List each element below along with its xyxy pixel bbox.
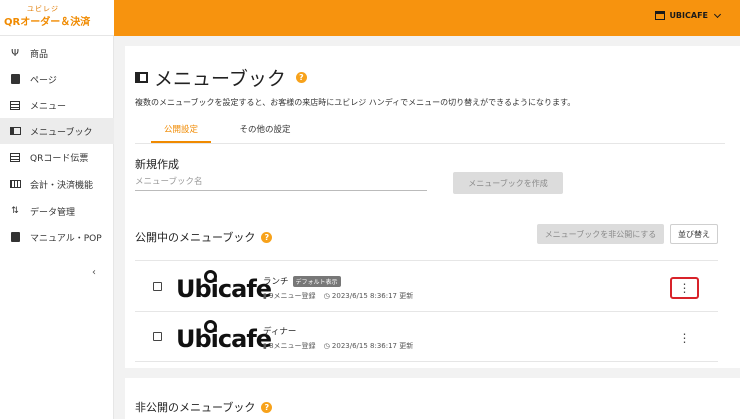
select-checkbox[interactable] <box>153 332 162 341</box>
ubicafe-logo: Ubicafe <box>176 320 272 353</box>
help-icon[interactable]: ? <box>261 401 273 413</box>
book-icon: ▮ <box>263 342 267 350</box>
more-options-icon[interactable]: ⋮ <box>670 327 699 349</box>
list-item: Ubicafe ディナー ▮ 8メニュー登録 ◷ 2023/6/15 8:36:… <box>135 312 718 361</box>
sidebar-item-menu[interactable]: メニュー <box>0 92 114 118</box>
default-badge: デフォルト表示 <box>292 275 341 287</box>
sidebar-item-data[interactable]: ⇅ データ管理 <box>0 198 114 224</box>
unpublished-card: 非公開のメニューブック ? <box>125 378 740 419</box>
unpublished-heading: 非公開のメニューブック ? <box>135 399 273 415</box>
list-divider <box>135 361 718 362</box>
sort-button[interactable]: 並び替え <box>670 224 718 244</box>
sidebar-item-label: マニュアル・POP <box>30 233 102 244</box>
menu-list-icon <box>9 99 21 111</box>
select-checkbox[interactable] <box>153 282 162 291</box>
menu-book-meta: ▮ 9メニュー登録 ◷ 2023/6/15 8:36:17 更新 <box>263 291 413 301</box>
sidebar-item-qr-slip[interactable]: QRコード伝票 <box>0 144 114 170</box>
brand-logo[interactable]: ユビレジ QRオーダー＆決済 <box>0 0 114 36</box>
sidebar-item-label: メニュー <box>30 101 67 112</box>
manual-icon <box>9 231 21 243</box>
sidebar-item-manual[interactable]: マニュアル・POP <box>0 224 114 250</box>
help-icon[interactable]: ? <box>295 72 307 83</box>
sidebar-item-payment[interactable]: 会計・決済機能 <box>0 171 114 197</box>
clock-icon: ◷ <box>323 292 330 300</box>
page-title: メニューブック ? <box>135 64 307 91</box>
unpublished-heading-text: 非公開のメニューブック <box>135 401 256 414</box>
more-options-icon[interactable]: ⋮ <box>670 277 699 299</box>
list-item: Ubicafe ランチ デフォルト表示 ▮ 9メニュー登録 ◷ 2023/6/1… <box>135 262 718 311</box>
sidebar-item-label: 会計・決済機能 <box>30 180 94 191</box>
menu-book-name: ランチ デフォルト表示 <box>263 275 341 287</box>
sidebar-item-label: ページ <box>30 75 57 86</box>
store-menu[interactable]: UBICAFE <box>655 10 722 20</box>
menu-book-meta: ▮ 8メニュー登録 ◷ 2023/6/15 8:36:17 更新 <box>263 341 413 351</box>
receipt-icon <box>9 151 21 163</box>
create-heading: 新規作成 <box>135 158 179 171</box>
tab-other-settings[interactable]: その他の設定 <box>229 123 301 143</box>
menu-book-icon <box>9 125 21 137</box>
sidebar-item-pages[interactable]: ページ <box>0 66 114 92</box>
menu-book-name: ディナー <box>263 327 297 337</box>
payment-icon <box>9 178 21 190</box>
page-description: 複数のメニューブックを設定すると、お客様の来店時にユビレジ ハンディでメニューの… <box>135 98 576 107</box>
published-heading: 公開中のメニューブック ? <box>135 229 273 245</box>
menu-book-name-input[interactable] <box>135 173 427 191</box>
sort-arrows-icon: ⇅ <box>11 206 19 216</box>
clock-icon: ◷ <box>323 342 330 350</box>
updated-at: ◷ 2023/6/15 8:36:17 更新 <box>323 292 414 300</box>
brand-main-text: QRオーダー＆決済 <box>4 17 91 28</box>
sidebar-item-label: データ管理 <box>30 207 76 218</box>
page-title-text: メニューブック <box>154 68 286 90</box>
store-name: UBICAFE <box>669 11 708 20</box>
list-divider <box>135 260 718 261</box>
sidebar-item-label: 商品 <box>30 49 49 60</box>
fork-knife-icon: Ψ <box>11 47 19 59</box>
menu-count: ▮ 8メニュー登録 <box>263 342 316 350</box>
tab-publish-settings[interactable]: 公開設定 <box>151 123 211 143</box>
menu-book-icon <box>135 72 148 83</box>
unpublish-button[interactable]: メニューブックを非公開にする <box>537 224 664 244</box>
menu-count: ▮ 9メニュー登録 <box>263 292 316 300</box>
collapse-sidebar-icon[interactable]: ‹ <box>92 267 96 278</box>
book-icon: ▮ <box>263 292 267 300</box>
store-icon <box>655 11 666 20</box>
updated-at: ◷ 2023/6/15 8:36:17 更新 <box>323 342 414 350</box>
ubicafe-logo: Ubicafe <box>176 270 272 303</box>
create-menu-book-button[interactable]: メニューブックを作成 <box>453 172 563 194</box>
sidebar-item-products[interactable]: Ψ 商品 <box>0 40 114 66</box>
chevron-down-icon <box>713 10 722 18</box>
document-icon <box>9 73 21 85</box>
help-icon[interactable]: ? <box>261 231 273 243</box>
sidebar-item-label: メニューブック <box>30 127 93 138</box>
sidebar: Ψ 商品 ページ メニュー メニューブック QRコード伝票 会計・決済機能 ⇅ … <box>0 36 114 419</box>
tab-divider <box>135 143 725 144</box>
published-heading-text: 公開中のメニューブック <box>135 231 256 244</box>
sidebar-item-menu-book[interactable]: メニューブック <box>0 118 114 144</box>
sidebar-item-label: QRコード伝票 <box>30 153 89 164</box>
main-card: メニューブック ? 複数のメニューブックを設定すると、お客様の来店時にユビレジ … <box>125 46 740 368</box>
